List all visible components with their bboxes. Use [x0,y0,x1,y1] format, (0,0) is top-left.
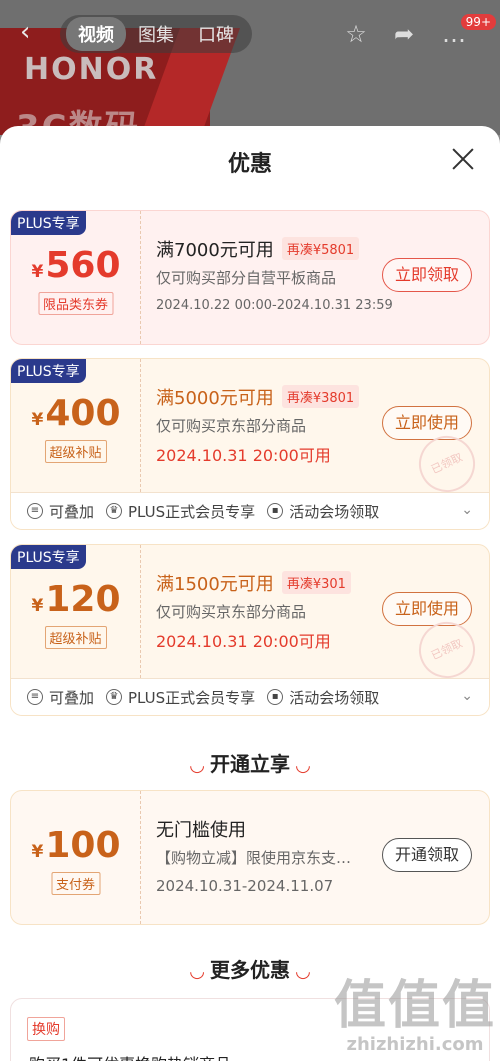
coupon-condition: 满1500元可用 再凑¥301 [156,570,351,596]
chevron-down-icon[interactable]: ⌄ [461,502,473,518]
coupon-condition: 无门槛使用 [156,820,246,841]
tab-gallery[interactable]: 图集 [126,17,186,51]
coupon-card: ¥400 超级补贴 PLUS专享 满5000元可用 再凑¥3801 仅可购买京东部… [10,358,490,530]
sheet-title: 优惠 [227,152,272,177]
banner-brand: HONOR [24,52,159,87]
coupon-condition: 满5000元可用 再凑¥3801 [156,384,360,410]
coupon-type-label: 支付券 [50,872,101,895]
coupon-description: 仅可购买京东部分商品 [156,417,307,435]
open-and-claim-button[interactable]: 开通领取 [382,838,472,872]
venue-icon: ▪ [267,503,284,519]
coupon-amount: ¥400 [31,393,121,434]
footer-venue: 活动会场领取 [289,502,380,521]
favorite-star-icon[interactable]: ☆ [342,20,370,48]
footer-plus-member: PLUS正式会员专享 [128,502,256,521]
coupon-amount-area: ¥100 支付券 [11,791,141,924]
footer-stackable: 可叠加 [49,502,95,521]
coupon-footer: ≡ 可叠加 ♛ PLUS正式会员专享 ▪ 活动会场领取 ⌄ [11,492,489,529]
plus-exclusive-tag: PLUS专享 [11,211,86,235]
coupon-validity: 2024.10.31 20:00可用 [156,446,331,465]
footer-venue: 活动会场领取 [289,688,380,707]
smile-decor-icon: ◡ [190,961,204,982]
coupon-card: ¥120 超级补贴 PLUS专享 满1500元可用 再凑¥301 仅可购买京东部分… [10,544,490,716]
share-icon[interactable]: ➦ [390,20,418,48]
coupon-card: ¥560 限品类东券 PLUS专享 满7000元可用 再凑¥5801 仅可购买部分… [10,210,490,345]
smile-decor-icon: ◡ [296,755,310,776]
coupon-type-label: 超级补贴 [44,440,107,463]
back-arrow-icon[interactable]: ‹ [20,18,48,46]
plus-exclusive-tag: PLUS专享 [11,545,86,569]
trade-in-description: 购买1件可优惠换购热销商品 [29,1051,231,1061]
section-title-open: ◡ 开通立享 ◡ [190,752,310,776]
venue-icon: ▪ [267,689,284,705]
top-navigation: ‹ 视频 图集 口碑 ☆ ➦ … 99+ [0,12,500,56]
coupon-sheet: 优惠 ¥560 限品类东券 PLUS专享 满7000元可用 再凑¥5801 仅可购… [0,126,500,1061]
coupon-extra-needed: 再凑¥301 [281,571,351,594]
coupon-description: 【购物立减】限使用京东支… [156,849,352,867]
use-now-button[interactable]: 立即使用 [382,592,472,626]
coupon-amount: ¥560 [31,245,121,286]
coupon-amount: ¥120 [31,579,121,620]
crown-icon: ♛ [106,503,123,519]
coupon-condition: 满7000元可用 再凑¥5801 [156,236,360,262]
tab-video[interactable]: 视频 [66,17,126,51]
coupon-validity: 2024.10.31 20:00可用 [156,632,331,651]
coupon-extra-needed: 再凑¥3801 [281,385,360,408]
coupon-description: 仅可购买京东部分商品 [156,603,307,621]
payment-coupon-card: ¥100 支付券 无门槛使用 【购物立减】限使用京东支… 2024.10.31-… [10,790,490,925]
tab-reviews[interactable]: 口碑 [186,17,246,51]
coupon-description: 仅可购买部分自营平板商品 [156,269,337,287]
coupon-validity: 2024.10.22 00:00-2024.10.31 23:59 [156,298,393,313]
footer-stackable: 可叠加 [49,688,95,707]
stackable-icon: ≡ [27,689,43,705]
use-now-button[interactable]: 立即使用 [382,406,472,440]
claim-now-button[interactable]: 立即领取 [382,258,472,292]
media-tabs: 视频 图集 口碑 [60,15,252,53]
footer-plus-member: PLUS正式会员专享 [128,688,256,707]
coupon-type-label: 超级补贴 [44,626,107,649]
coupon-footer: ≡ 可叠加 ♛ PLUS正式会员专享 ▪ 活动会场领取 ⌄ [11,678,489,715]
crown-icon: ♛ [106,689,123,705]
coupon-amount: ¥100 [31,825,121,866]
message-badge: 99+ [460,14,496,30]
chevron-down-icon[interactable]: ⌄ [461,688,473,704]
smile-decor-icon: ◡ [190,755,204,776]
smile-decor-icon: ◡ [296,961,310,982]
plus-exclusive-tag: PLUS专享 [11,359,86,383]
stackable-icon: ≡ [27,503,43,519]
coupon-validity: 2024.10.31-2024.11.07 [156,877,334,895]
trade-in-tag: 换购 [27,1017,65,1041]
coupon-type-label: 限品类东券 [37,292,114,315]
close-icon[interactable] [448,144,478,174]
coupon-extra-needed: 再凑¥5801 [281,237,360,260]
site-watermark: 值值值 zhizhizhi.com [333,976,496,1055]
